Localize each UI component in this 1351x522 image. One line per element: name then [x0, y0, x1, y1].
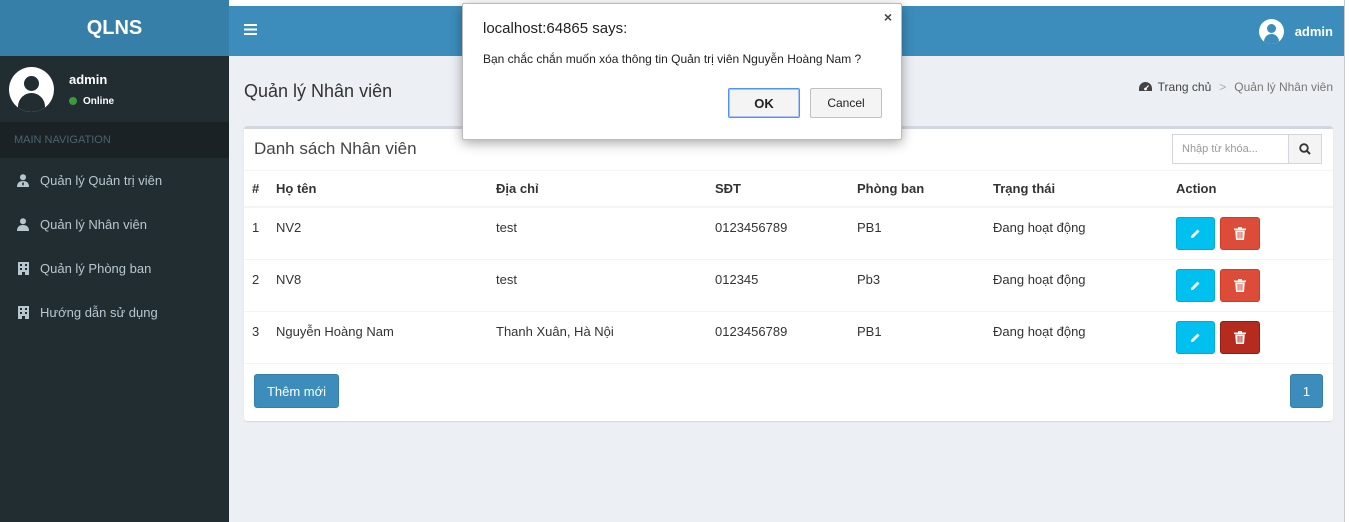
hamburger-icon: [244, 24, 257, 35]
user-icon: [17, 217, 29, 231]
window-scrollbar[interactable]: [1344, 0, 1351, 522]
online-dot-icon: [69, 97, 77, 105]
table-row: 3 Nguyễn Hoàng Nam Thanh Xuân, Hà Nội 01…: [244, 311, 1333, 364]
cell-status: Đang hoạt động: [985, 207, 1168, 260]
sidebar-item-label: Hướng dẫn sử dụng: [40, 304, 158, 320]
dialog-message: Bạn chắc chắn muốn xóa thông tin Quản tr…: [483, 52, 862, 66]
cell-name: NV8: [268, 259, 488, 312]
sidebar-item-admins[interactable]: Quản lý Quản trị viên: [0, 158, 229, 202]
cell-no: 3: [244, 311, 268, 364]
delete-button[interactable]: [1220, 268, 1260, 302]
box-title: Danh sách Nhân viên: [254, 139, 417, 158]
trash-icon: [1234, 330, 1246, 344]
cell-address: test: [488, 207, 707, 260]
sidebar-item-label: Quản lý Phòng ban: [40, 260, 152, 276]
employee-table: # Họ tên Địa chỉ SĐT Phòng ban Trạng thá…: [244, 171, 1333, 364]
breadcrumb-current: Quản lý Nhân viên: [1234, 80, 1333, 94]
user-status-label: Online: [83, 95, 115, 107]
cell-no: 1: [244, 207, 268, 260]
search-button[interactable]: [1289, 134, 1322, 164]
user-panel: admin Online: [0, 56, 229, 122]
col-header-no: #: [244, 171, 268, 208]
add-new-button[interactable]: Thêm mới: [254, 374, 339, 408]
cell-status: Đang hoạt động: [985, 311, 1168, 364]
delete-button[interactable]: [1220, 216, 1260, 250]
table-row: 1 NV2 test 0123456789 PB1 Đang hoạt động: [244, 207, 1333, 260]
cell-action: [1168, 311, 1333, 364]
app-logo[interactable]: QLNS: [0, 0, 229, 56]
pencil-icon: [1191, 229, 1200, 238]
cancel-button[interactable]: Cancel: [810, 88, 882, 118]
user-name: admin: [69, 71, 108, 87]
cell-address: test: [488, 259, 707, 312]
dialog-title: localhost:64865 says:: [483, 20, 628, 37]
sidebar-item-label: Quản lý Nhân viên: [40, 216, 147, 232]
cell-status: Đang hoạt động: [985, 259, 1168, 312]
cell-no: 2: [244, 259, 268, 312]
cell-dept: PB1: [849, 311, 985, 364]
pencil-icon: [1191, 333, 1200, 342]
top-user-menu[interactable]: admin: [1258, 19, 1333, 44]
col-header-action: Action: [1168, 171, 1333, 208]
menu-toggle-button[interactable]: [244, 22, 257, 40]
cell-dept: PB1: [849, 207, 985, 260]
dashboard-icon: [1138, 81, 1152, 91]
pagination-page-1[interactable]: 1: [1290, 374, 1323, 408]
user-status: Online: [69, 96, 114, 107]
employee-list-box: Danh sách Nhân viên # Họ tên Địa chỉ SĐT…: [244, 126, 1333, 421]
avatar: [9, 66, 54, 112]
user-tie-icon: [17, 173, 29, 187]
building-icon: [17, 305, 29, 319]
top-user-name: admin: [1294, 24, 1333, 39]
col-header-phone: SĐT: [707, 171, 849, 208]
cell-name: NV2: [268, 207, 488, 260]
table-header-row: # Họ tên Địa chỉ SĐT Phòng ban Trạng thá…: [244, 171, 1333, 208]
user-avatar-icon: [1258, 19, 1284, 44]
cell-name: Nguyễn Hoàng Nam: [268, 311, 488, 364]
search-input[interactable]: [1172, 134, 1289, 164]
nav-header: MAIN NAVIGATION: [0, 122, 229, 158]
col-header-status: Trạng thái: [985, 171, 1168, 208]
sidebar-item-guide[interactable]: Hướng dẫn sử dụng: [0, 290, 229, 334]
delete-button[interactable]: [1220, 320, 1260, 354]
cell-phone: 012345: [707, 259, 849, 312]
cell-phone: 0123456789: [707, 207, 849, 260]
col-header-name: Họ tên: [268, 171, 488, 208]
breadcrumb-separator: >: [1219, 80, 1227, 94]
cell-phone: 0123456789: [707, 311, 849, 364]
building-icon: [17, 261, 29, 275]
trash-icon: [1234, 226, 1246, 240]
pencil-icon: [1191, 281, 1200, 290]
col-header-address: Địa chỉ: [488, 171, 707, 208]
page-title: Quản lý Nhân viên: [244, 81, 393, 101]
sidebar: QLNS admin Online MAIN NAVIGATION Quản l…: [0, 0, 229, 522]
breadcrumb: Trang chủ > Quản lý Nhân viên: [1138, 80, 1333, 94]
search-icon: [1299, 143, 1311, 155]
cell-dept: Pb3: [849, 259, 985, 312]
cell-action: [1168, 207, 1333, 260]
breadcrumb-home[interactable]: Trang chủ: [1158, 80, 1212, 94]
ok-button[interactable]: OK: [728, 88, 800, 118]
edit-button[interactable]: [1176, 268, 1215, 302]
search-group: [1172, 134, 1322, 164]
sidebar-item-departments[interactable]: Quản lý Phòng ban: [0, 246, 229, 290]
edit-button[interactable]: [1176, 320, 1215, 354]
col-header-dept: Phòng ban: [849, 171, 985, 208]
confirm-dialog: localhost:64865 says: × Bạn chắc chắn mu…: [462, 3, 902, 140]
table-row: 2 NV8 test 012345 Pb3 Đang hoạt động: [244, 259, 1333, 312]
edit-button[interactable]: [1176, 216, 1215, 250]
trash-icon: [1234, 278, 1246, 292]
cell-action: [1168, 259, 1333, 312]
cell-address: Thanh Xuân, Hà Nội: [488, 311, 707, 364]
sidebar-item-employees[interactable]: Quản lý Nhân viên: [0, 202, 229, 246]
sidebar-item-label: Quản lý Quản trị viên: [40, 172, 163, 188]
close-icon[interactable]: ×: [884, 9, 892, 25]
